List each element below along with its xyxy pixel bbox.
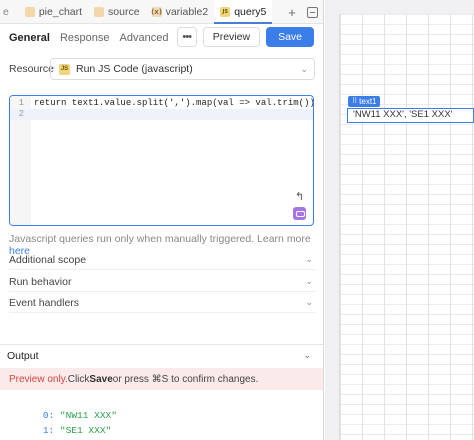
save-button[interactable]: Save [266,27,314,47]
variable-icon: (x) [151,6,163,17]
result-index: 1: [42,425,55,436]
code-editor[interactable]: 1 return text1.value.split(',').map(val … [9,95,314,226]
component-name: text1 [359,97,377,106]
add-tab-button[interactable]: + [285,5,299,20]
section-additional-scope[interactable]: Additional scope ⌄ [9,250,315,270]
query-editor-panel: e pie_chart source (x) variable2 JS quer… [0,0,324,440]
chevron-down-icon: ⌄ [305,297,313,307]
preview-button[interactable]: Preview [202,27,261,47]
output-title: Output [7,349,39,362]
chevron-down-icon: ⌄ [300,63,308,74]
code-line[interactable]: 1 return text1.value.split(',').map(val … [10,98,313,109]
code-line[interactable]: 2 [10,109,313,120]
line-number: 1 [18,98,24,108]
app-canvas[interactable] [325,0,474,440]
js-icon: JS [220,6,231,17]
banner-text: or press ⌘S to confirm changes. [112,373,259,385]
hint-text: Javascript queries run only when manuall… [9,233,311,245]
tab-label: pie_chart [38,5,83,18]
section-event-handlers[interactable]: Event handlers ⌄ [9,293,315,313]
tab-source[interactable]: source [88,0,146,24]
banner-save-text: Save [89,373,113,385]
chevron-down-icon: ⌄ [303,350,311,360]
tab-label: source [108,5,140,18]
banner-text: Click [67,373,90,385]
tab-advanced[interactable]: Advanced [120,32,169,44]
tab-bar-actions: + [285,0,319,24]
more-options-button[interactable]: ••• [176,27,197,47]
editor-tools: ↰ [293,190,306,220]
tab-partial[interactable]: e [0,0,19,24]
preview-only-text: Preview only. [9,373,68,385]
resource-select[interactable]: JS Run JS Code (javascript) ⌄ [50,58,315,80]
canvas-grid [339,14,474,440]
chevron-down-icon: ⌄ [305,276,313,286]
chart-icon [24,6,35,17]
line-number: 2 [18,109,24,119]
resource-row: Resource JS Run JS Code (javascript) ⌄ [9,58,315,80]
tab-response[interactable]: Response [60,32,110,44]
tab-label: e [3,5,9,18]
text1-component[interactable]: 'NW11 XXX', 'SE1 XXX' [347,108,474,123]
format-code-icon[interactable]: ↰ [294,190,306,203]
drag-handle-icon[interactable]: ⠿ [352,96,357,107]
chevron-down-icon: ⌄ [305,254,313,264]
tab-label: variable2 [165,5,209,18]
section-label: Additional scope [9,253,87,266]
section-label: Event handlers [9,296,80,309]
output-result-row: 1: "SE1 XXX" [20,414,111,440]
js-icon: JS [59,63,70,75]
collapse-panel-button[interactable] [305,5,319,19]
minimize-icon [306,6,318,18]
query-subtabs: General Response Advanced ••• Preview Sa… [0,24,323,52]
section-run-behavior[interactable]: Run behavior ⌄ [9,272,315,292]
tab-pie-chart[interactable]: pie_chart [19,0,88,24]
query-actions: ••• Preview Save [176,27,314,47]
code-text: return text1.value.split(',').map(val =>… [34,98,314,108]
tab-variable2[interactable]: (x) variable2 [146,0,215,24]
result-value: "SE1 XXX" [59,425,112,436]
tab-label: query5 [234,5,267,18]
section-label: Run behavior [9,275,72,288]
output-header[interactable]: Output ⌄ [0,344,323,366]
tab-query5[interactable]: JS query5 [214,0,273,24]
preview-banner: Preview only. Click Save or press ⌘S to … [0,368,323,390]
query-tab-bar: e pie_chart source (x) variable2 JS quer… [0,0,323,24]
ai-assist-icon[interactable] [293,207,306,220]
component-label[interactable]: ⠿ text1 [348,96,381,107]
resource-label: Resource [9,63,54,75]
tab-general[interactable]: General [9,32,50,44]
chart-icon [94,6,105,17]
resource-value: Run JS Code (javascript) [76,63,193,75]
